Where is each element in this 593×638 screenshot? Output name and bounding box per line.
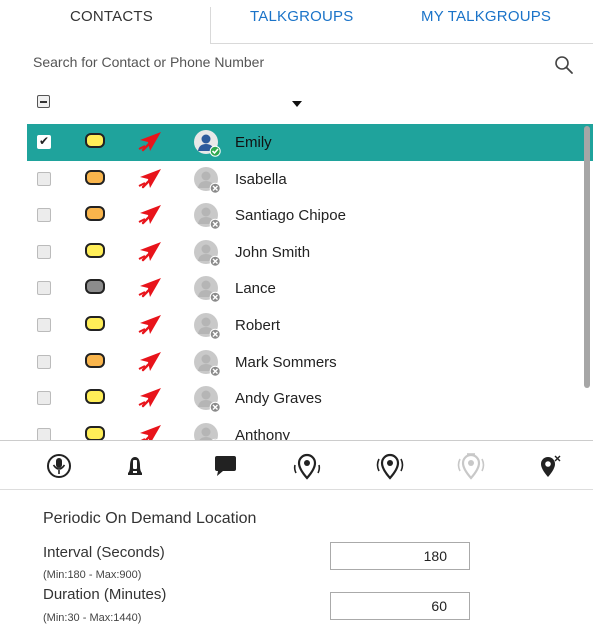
contact-name: Mark Sommers: [235, 353, 337, 371]
duration-hint: (Min:30 - Max:1440): [43, 612, 142, 624]
contact-row[interactable]: Anthony: [27, 417, 593, 440]
contact-checkbox[interactable]: [37, 171, 51, 186]
location-arrow-icon: [138, 132, 161, 152]
contact-checkbox[interactable]: [37, 391, 51, 406]
contact-row[interactable]: Andy Graves: [27, 380, 593, 417]
periodic-title: Periodic On Demand Location: [43, 510, 257, 527]
duration-label: Duration (Minutes): [43, 586, 167, 603]
interval-input[interactable]: [330, 542, 470, 570]
status-indicator: [85, 316, 105, 331]
avatar: [194, 166, 221, 194]
contact-checkbox[interactable]: [37, 354, 51, 369]
contact-name: John Smith: [235, 243, 311, 261]
action-bar: [0, 440, 593, 490]
search-bar: [33, 54, 573, 78]
tab-contacts[interactable]: CONTACTS: [70, 8, 153, 25]
contact-row[interactable]: Mark Sommers: [27, 344, 593, 381]
contact-row[interactable]: Robert: [27, 307, 593, 344]
location-arrow-icon: [138, 205, 161, 225]
avatar: [194, 130, 221, 157]
contact-row[interactable]: Santiago Chipoe: [27, 197, 593, 234]
location-icon[interactable]: [290, 449, 324, 483]
status-indicator: [85, 279, 105, 295]
location-target-icon[interactable]: [373, 449, 407, 483]
contact-name: Lance: [235, 280, 276, 298]
avatar: [194, 386, 221, 413]
contact-name: Santiago Chipoe: [235, 207, 346, 225]
avatar: [194, 239, 221, 267]
contact-name: Emily: [235, 134, 272, 151]
search-icon[interactable]: [553, 54, 575, 76]
contact-row[interactable]: Lance: [27, 270, 593, 307]
avatar: [194, 313, 221, 340]
status-indicator: [85, 352, 105, 368]
interval-label: Interval (Seconds): [43, 544, 165, 561]
location-periodic-icon: [457, 453, 485, 480]
alert-bell-icon[interactable]: [118, 449, 152, 483]
status-indicator: [85, 389, 105, 405]
status-indicator: [85, 425, 105, 440]
location-arrow-icon: [138, 315, 161, 335]
contact-name: Andy Graves: [235, 390, 322, 408]
location-arrow-icon: [138, 241, 161, 261]
select-all-checkbox[interactable]: [37, 95, 50, 108]
location-arrow-icon: [138, 168, 161, 188]
search-input[interactable]: [33, 54, 533, 70]
status-indicator: [85, 133, 105, 148]
duration-input[interactable]: [330, 592, 470, 620]
contact-row[interactable]: John Smith: [27, 234, 593, 271]
contact-checkbox[interactable]: [37, 208, 51, 223]
contact-checkbox[interactable]: [37, 134, 51, 149]
avatar: [194, 203, 221, 230]
list-header: [0, 88, 593, 118]
status-indicator: [85, 206, 105, 222]
tab-bar: CONTACTS TALKGROUPS MY TALKGROUPS: [0, 0, 593, 44]
message-icon[interactable]: [208, 449, 242, 483]
contact-checkbox[interactable]: [37, 318, 51, 332]
list-scrollbar[interactable]: [584, 126, 590, 388]
sort-dropdown-icon[interactable]: [292, 101, 302, 107]
contact-name: Robert: [235, 317, 281, 334]
contact-checkbox[interactable]: [37, 244, 51, 259]
contact-row[interactable]: Emily: [27, 124, 593, 161]
avatar: [194, 349, 221, 377]
avatar: [194, 276, 221, 304]
tab-talkgroups[interactable]: TALKGROUPS: [250, 8, 353, 25]
periodic-location-panel: Periodic On Demand Location Interval (Se…: [0, 490, 593, 638]
status-indicator: [85, 242, 105, 258]
contact-checkbox[interactable]: [37, 281, 51, 296]
contact-name: Anthony: [235, 426, 291, 440]
status-indicator: [85, 169, 105, 185]
tab-my-talkgroups[interactable]: MY TALKGROUPS: [421, 8, 551, 25]
contact-name: Isabella: [235, 170, 287, 188]
tab-underline: [210, 43, 593, 44]
location-arrow-icon: [138, 388, 161, 408]
location-arrow-icon: [138, 278, 161, 298]
mic-icon[interactable]: [42, 449, 76, 483]
tab-divider: [210, 7, 211, 44]
interval-hint: (Min:180 - Max:900): [43, 569, 142, 581]
location-cancel-icon[interactable]: [532, 449, 566, 483]
location-arrow-icon: [138, 351, 161, 371]
location-arrow-icon: [140, 424, 161, 440]
contact-row[interactable]: Isabella: [27, 161, 593, 198]
avatar: [194, 422, 219, 440]
contact-list: Emily Isabella Santiago Chipoe John Smith La…: [27, 124, 593, 440]
contact-checkbox[interactable]: [37, 427, 51, 440]
